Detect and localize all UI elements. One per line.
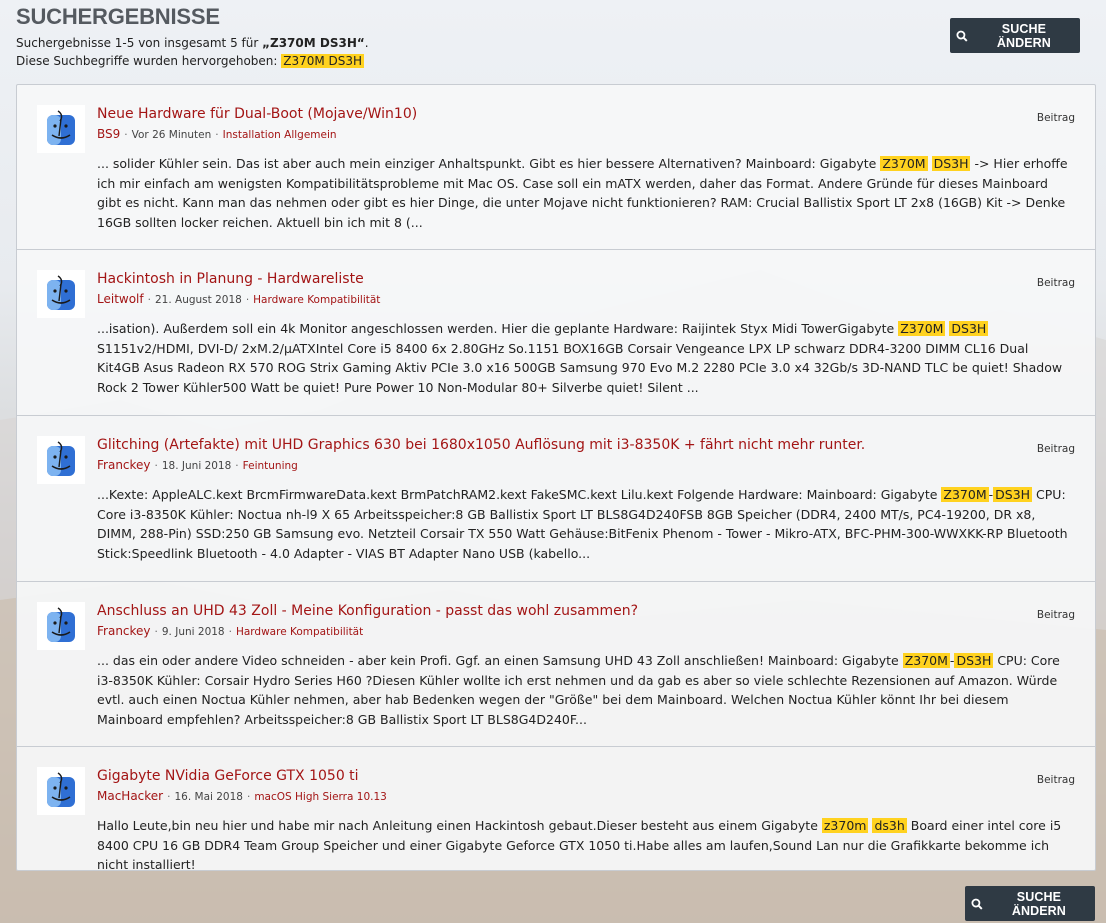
change-search-button[interactable]: SUCHE ÄNDERN — [950, 18, 1080, 53]
summary-prefix: Suchergebnisse 1-5 von insgesamt 5 für — [16, 36, 263, 50]
result-author[interactable]: MacHacker — [97, 789, 163, 803]
meta-separator: · — [215, 129, 219, 141]
snippet-highlight: DS3H — [949, 321, 989, 336]
result-type: Beitrag — [1036, 277, 1075, 289]
search-query: „Z370M DS3H“ — [262, 36, 365, 50]
page-header: SUCHERGEBNISSE Suchergebnisse 1-5 von in… — [16, 4, 369, 70]
result-type: Beitrag — [1036, 112, 1075, 124]
result-meta: MacHacker · 16. Mai 2018 · macOS High Sierra… — [97, 789, 1075, 804]
result-title[interactable]: Hackintosh in Planung - Hardwareliste — [97, 270, 1075, 288]
result-type: Beitrag — [1036, 609, 1075, 621]
snippet-highlight: z370m — [821, 818, 869, 833]
snippet-highlight: Z370M — [941, 487, 989, 502]
snippet-text — [928, 156, 932, 171]
meta-separator: · — [167, 791, 171, 803]
result-author[interactable]: Franckey — [97, 624, 151, 638]
result-date: 9. Juni 2018 — [161, 626, 225, 638]
result-meta: Franckey · 18. Juni 2018 · Feintuning — [97, 458, 1075, 473]
result-date: Vor 26 Minuten — [131, 129, 212, 141]
result-date: 16. Mai 2018 — [174, 791, 243, 803]
result-meta: Leitwolf · 21. August 2018 · Hardware Kompat… — [97, 292, 1075, 307]
change-search-label: SUCHE ÄNDERN — [1011, 889, 1066, 918]
result-snippet: ... solider Kühler sein. Das ist aber au… — [97, 154, 1075, 232]
result-meta: BS9 · Vor 26 Minuten · Installation Allgemei… — [97, 127, 1075, 142]
snippet-text: ...isation). Außerdem soll ein 4k Monito… — [97, 321, 899, 336]
result-forum[interactable]: Feintuning — [243, 460, 298, 472]
result-item: Glitching (Artefakte) mit UHD Graphics 6… — [17, 415, 1095, 581]
avatar[interactable] — [37, 767, 85, 815]
meta-separator: · — [147, 294, 151, 306]
result-item: Hackintosh in Planung - Hardwareliste Lei… — [17, 249, 1095, 415]
change-search-button-bottom[interactable]: SUCHE ÄNDERN — [965, 886, 1095, 921]
highlight-info: Diese Suchbegriffe wurden hervorgehoben:… — [16, 52, 369, 70]
snippet-highlight: DS3H — [931, 156, 971, 171]
snippet-highlight: DS3H — [954, 653, 994, 668]
result-forum[interactable]: Installation Allgemein — [223, 129, 337, 141]
result-item: Neue Hardware für Dual-Boot (Mojave/Win1… — [17, 85, 1095, 249]
search-summary: Suchergebnisse 1-5 von insgesamt 5 für „… — [16, 34, 369, 52]
result-forum[interactable]: macOS High Sierra 10.13 — [254, 791, 387, 803]
meta-separator: · — [124, 129, 128, 141]
page-title: SUCHERGEBNISSE — [16, 4, 220, 29]
avatar[interactable] — [37, 105, 85, 153]
result-item: Gigabyte NVidia GeForce GTX 1050 ti MacHa… — [17, 746, 1095, 872]
result-title[interactable]: Neue Hardware für Dual-Boot (Mojave/Win1… — [97, 105, 1075, 123]
meta-separator: · — [235, 460, 239, 472]
result-title[interactable]: Gigabyte NVidia GeForce GTX 1050 ti — [97, 767, 1075, 785]
result-date: 21. August 2018 — [154, 294, 242, 306]
result-forum[interactable]: Hardware Kompatibilität — [253, 294, 380, 306]
snippet-text: S1151v2/HDMI, DVI-D/ 2xM.2/µATXIntel Cor… — [97, 340, 1063, 395]
mac-finder-icon — [47, 110, 75, 145]
avatar[interactable] — [37, 602, 85, 650]
snippet-text: ...Kexte: AppleALC.kext BrcmFirmwareData… — [97, 487, 942, 502]
results-list: Neue Hardware für Dual-Boot (Mojave/Win1… — [16, 84, 1096, 872]
snippet-highlight: Z370M — [902, 653, 950, 668]
result-type: Beitrag — [1036, 774, 1075, 786]
snippet-text: Hallo Leute,bin neu hier und habe mir na… — [97, 818, 822, 833]
highlight-label: Diese Suchbegriffe wurden hervorgehoben: — [16, 54, 282, 68]
search-icon — [956, 30, 968, 42]
result-meta: Franckey · 9. Juni 2018 · Hardware Kompatibi… — [97, 624, 1075, 639]
avatar[interactable] — [37, 436, 85, 484]
snippet-highlight: Z370M — [880, 156, 928, 171]
mac-finder-icon — [47, 772, 75, 807]
snippet-highlight: Z370M — [898, 321, 946, 336]
highlight-term: Z370M DS3H — [281, 54, 365, 68]
mac-finder-icon — [47, 607, 75, 642]
meta-separator: · — [154, 460, 158, 472]
snippet-text: ... solider Kühler sein. Das ist aber au… — [97, 156, 881, 171]
meta-separator: · — [228, 626, 232, 638]
snippet-highlight: DS3H — [993, 487, 1033, 502]
result-item: Anschluss an UHD 43 Zoll - Meine Konfigu… — [17, 581, 1095, 746]
summary-suffix: . — [364, 36, 369, 50]
result-author[interactable]: BS9 — [97, 127, 120, 141]
result-type: Beitrag — [1036, 443, 1075, 455]
result-snippet: ...Kexte: AppleALC.kext BrcmFirmwareData… — [97, 485, 1075, 563]
result-author[interactable]: Franckey — [97, 458, 151, 472]
snippet-highlight: ds3h — [872, 818, 907, 833]
mac-finder-icon — [47, 275, 75, 310]
search-icon — [971, 898, 983, 910]
result-date: 18. Juni 2018 — [161, 460, 232, 472]
result-title[interactable]: Anschluss an UHD 43 Zoll - Meine Konfigu… — [97, 602, 1075, 620]
result-forum[interactable]: Hardware Kompatibilität — [236, 626, 363, 638]
meta-separator: · — [246, 791, 251, 803]
result-title[interactable]: Glitching (Artefakte) mit UHD Graphics 6… — [97, 436, 1075, 454]
result-snippet: ...isation). Außerdem soll ein 4k Monito… — [97, 319, 1075, 397]
meta-separator: · — [245, 294, 250, 306]
result-snippet: Hallo Leute,bin neu hier und habe mir na… — [97, 816, 1075, 875]
change-search-label: SUCHE ÄNDERN — [996, 21, 1051, 50]
snippet-text: ... das ein oder andere Video schneiden … — [97, 653, 903, 668]
result-snippet: ... das ein oder andere Video schneiden … — [97, 651, 1075, 729]
mac-finder-icon — [47, 441, 75, 476]
meta-separator: · — [154, 626, 158, 638]
avatar[interactable] — [37, 270, 85, 318]
result-author[interactable]: Leitwolf — [97, 292, 144, 306]
